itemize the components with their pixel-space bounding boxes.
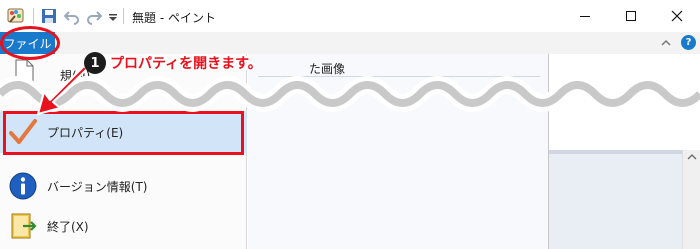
step-number-badge: 1 — [84, 52, 106, 74]
drawing-canvas-area[interactable] — [549, 150, 682, 249]
menu-item-exit-label: 終了(X) — [47, 219, 89, 234]
window-title: 無題 - ペイント — [132, 11, 216, 25]
exit-icon — [11, 213, 37, 239]
undo-icon[interactable] — [64, 7, 80, 25]
scroll-up-icon[interactable] — [683, 150, 700, 164]
step-instruction-text: プロパティを開きます。 — [110, 56, 262, 72]
ribbon-bar — [0, 32, 700, 54]
pointer-arrow-icon — [37, 65, 88, 115]
info-icon — [9, 172, 37, 200]
vertical-scrollbar[interactable] — [682, 150, 700, 249]
minimize-icon — [580, 16, 590, 17]
customize-quick-access-icon[interactable] — [107, 7, 119, 25]
menu-item-about[interactable]: バージョン情報(T) — [0, 165, 247, 207]
redo-icon[interactable] — [86, 7, 102, 25]
cut-wave-band — [0, 76, 700, 112]
collapse-ribbon-icon[interactable] — [659, 36, 673, 50]
minimize-button[interactable] — [562, 0, 608, 32]
maximize-icon — [626, 11, 636, 21]
quick-access-separator — [33, 8, 34, 24]
close-icon — [671, 10, 683, 22]
menu-item-exit[interactable]: 終了(X) — [0, 205, 247, 247]
paint-app-icon[interactable] — [6, 7, 26, 25]
save-icon[interactable] — [41, 7, 57, 25]
paint-window: 無題 - ペイント ファイル ? 規(N) — [0, 0, 700, 249]
close-button[interactable] — [654, 0, 700, 32]
file-tab-highlight-ring — [0, 26, 60, 60]
title-separator — [123, 8, 124, 24]
help-icon[interactable]: ? — [681, 35, 696, 50]
maximize-button[interactable] — [608, 0, 654, 32]
title-bar: 無題 - ペイント — [0, 0, 700, 32]
menu-item-about-label: バージョン情報(T) — [47, 179, 148, 194]
